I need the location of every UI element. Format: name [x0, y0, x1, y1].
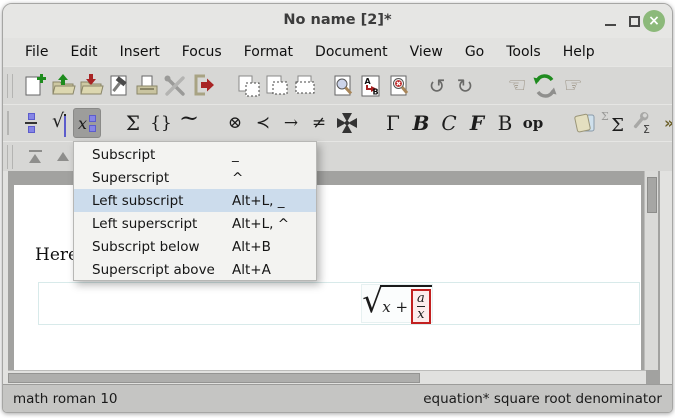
- undo-icon[interactable]: ↺: [423, 72, 451, 100]
- horizontal-scrollbar[interactable]: [8, 370, 646, 384]
- menu-item-left-subscript[interactable]: Left subscript Alt+L, _: [74, 189, 316, 212]
- scripts-button-pressed: x: [73, 108, 101, 138]
- menu-item-superscript[interactable]: Superscript ^: [74, 166, 316, 189]
- binary-operator-icon[interactable]: ⊗: [221, 109, 249, 137]
- fraktur-style-icon[interactable]: F: [463, 109, 491, 137]
- titlebar[interactable]: No name [2]* ×: [3, 4, 672, 38]
- menu-go[interactable]: Go: [454, 41, 495, 63]
- menu-item-subscript-below[interactable]: Subscript below Alt+B: [74, 235, 316, 258]
- toolbar-grip[interactable]: [7, 111, 9, 135]
- menu-document[interactable]: Document: [304, 41, 399, 63]
- search-icon[interactable]: [329, 72, 357, 100]
- menu-focus[interactable]: Focus: [171, 41, 233, 63]
- paste-icon[interactable]: [263, 72, 291, 100]
- big-operator-icon[interactable]: Σ: [119, 109, 147, 137]
- status-context: equation* square root denominator: [423, 391, 662, 407]
- binary-relation-icon[interactable]: ≺: [249, 109, 277, 137]
- window-title: No name [2]*: [3, 12, 672, 28]
- spellcheck-icon[interactable]: [385, 72, 413, 100]
- structured-insert-icon[interactable]: ΣΣ: [599, 109, 627, 137]
- menu-item-left-superscript[interactable]: Left superscript Alt+L, ^: [74, 212, 316, 235]
- bold-style-icon[interactable]: B: [407, 109, 435, 137]
- maximize-icon: [629, 16, 640, 27]
- replace-b-letter: B: [373, 87, 379, 96]
- menu-edit[interactable]: Edit: [59, 41, 108, 63]
- preferences-icon[interactable]: [161, 72, 189, 100]
- negation-icon[interactable]: ≠: [305, 109, 333, 137]
- brackets-icon[interactable]: {}: [147, 109, 175, 137]
- replace-a-letter: A: [365, 77, 372, 86]
- vertical-scrollbar[interactable]: [644, 171, 658, 370]
- scripts-icon[interactable]: x: [73, 109, 101, 137]
- minimize-button[interactable]: [605, 4, 616, 38]
- shortcut-label: _: [232, 147, 304, 163]
- save-document-icon[interactable]: [77, 72, 105, 100]
- status-mode: math roman 10: [13, 391, 118, 407]
- close-button[interactable]: ×: [643, 4, 665, 38]
- menu-item-superscript-above[interactable]: Superscript above Alt+A: [74, 258, 316, 281]
- fraction-icon[interactable]: [17, 109, 45, 137]
- menu-file[interactable]: File: [14, 41, 59, 63]
- toolbar-overflow-icon[interactable]: »: [655, 109, 673, 137]
- open-document-icon[interactable]: [49, 72, 77, 100]
- notebook-icon[interactable]: [571, 109, 599, 137]
- focused-fraction[interactable]: a x: [411, 289, 431, 324]
- blackboard-style-icon[interactable]: B: [491, 109, 519, 137]
- replace-icon[interactable]: AB: [357, 72, 385, 100]
- shortcut-label: ^: [232, 170, 304, 186]
- fraction-denominator: x: [417, 306, 425, 322]
- square-root-expression: √ x + a x: [362, 283, 432, 324]
- build-icon[interactable]: [105, 72, 133, 100]
- wide-accent-icon[interactable]: ~: [175, 109, 203, 137]
- equation-focus-box: √ x + a x: [361, 284, 433, 323]
- copy-icon[interactable]: [235, 72, 263, 100]
- maximize-button[interactable]: [629, 4, 640, 38]
- operator-icon[interactable]: op: [519, 109, 547, 137]
- minimize-icon: [605, 24, 616, 26]
- menubar: File Edit Insert Focus Format Document V…: [3, 38, 672, 66]
- math-toolbar: √ x Σ {} ~ ⊗ ≺ → ≠ Γ B C F B op Σ: [3, 104, 672, 141]
- square-root-icon[interactable]: √: [45, 109, 73, 137]
- main-toolbar: AB ↺ ↻ ☜ ☞: [3, 66, 672, 104]
- close-document-icon[interactable]: [189, 72, 217, 100]
- new-document-icon[interactable]: [21, 72, 49, 100]
- radicand-prefix: x +: [382, 298, 408, 316]
- menu-tools[interactable]: Tools: [495, 41, 552, 63]
- toolbar-grip[interactable]: [7, 74, 13, 98]
- scripts-dropdown-menu: Subscript _ Superscript ^ Left subscript…: [73, 141, 317, 281]
- forward-hand-icon[interactable]: ☞: [559, 72, 587, 100]
- math-tools-icon[interactable]: Σ: [627, 109, 655, 137]
- cut-icon[interactable]: [291, 72, 319, 100]
- menu-item-subscript[interactable]: Subscript _: [74, 143, 316, 166]
- menu-view[interactable]: View: [399, 41, 454, 63]
- shortcut-label: Alt+B: [232, 239, 304, 255]
- menu-format[interactable]: Format: [233, 41, 304, 63]
- calligraphic-style-icon[interactable]: C: [435, 109, 463, 137]
- redo-icon[interactable]: ↻: [451, 72, 479, 100]
- greek-letter-icon[interactable]: Γ: [379, 109, 407, 137]
- horizontal-scrollbar-thumb[interactable]: [8, 373, 420, 383]
- close-icon: ×: [643, 10, 665, 32]
- arrow-icon[interactable]: →: [277, 109, 305, 137]
- shortcut-label: Alt+A: [232, 262, 304, 278]
- equation-block[interactable]: √ x + a x: [38, 282, 640, 325]
- jump-to-top-icon[interactable]: [21, 143, 49, 171]
- statusbar: math roman 10 equation* square root deno…: [3, 384, 672, 413]
- shortcut-label: Alt+L, ^: [232, 216, 304, 232]
- back-hand-icon[interactable]: ☜: [503, 72, 531, 100]
- menu-help[interactable]: Help: [552, 41, 606, 63]
- texmacs-window: No name [2]* × File Edit Insert Focus Fo…: [2, 3, 673, 413]
- shortcut-label: Alt+L, _: [232, 193, 304, 209]
- vertical-scrollbar-thumb[interactable]: [647, 177, 657, 213]
- print-icon[interactable]: [133, 72, 161, 100]
- refresh-icon[interactable]: [531, 72, 559, 100]
- paragraph-text: Here: [35, 245, 78, 265]
- toolbar-grip[interactable]: [7, 145, 13, 169]
- menu-insert[interactable]: Insert: [109, 41, 171, 63]
- wrench-sigma-letter: Σ: [643, 123, 650, 136]
- maltese-cross-icon[interactable]: [333, 109, 361, 137]
- fraction-numerator: a: [417, 291, 425, 306]
